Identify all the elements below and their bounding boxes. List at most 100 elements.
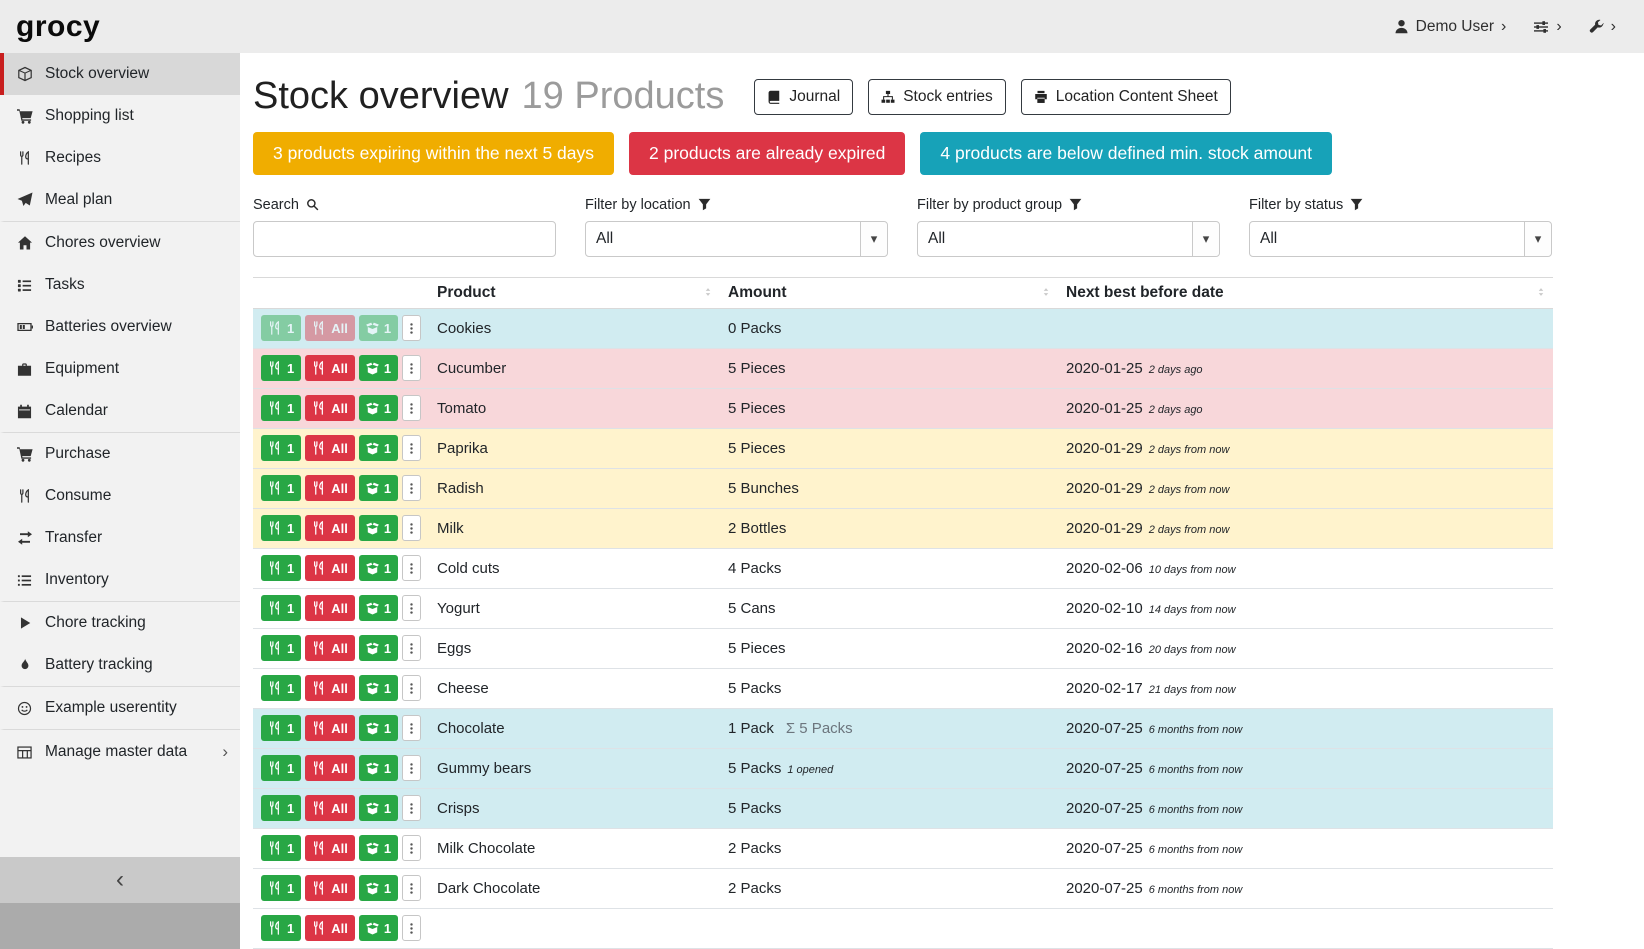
consume-all-button[interactable]: All xyxy=(305,595,355,621)
consume-all-button[interactable]: All xyxy=(305,555,355,581)
expired-banner[interactable]: 2 products are already expired xyxy=(629,132,905,175)
sidebar-item-shopping-list[interactable]: Shopping list xyxy=(0,95,240,137)
sidebar-item-stock-overview[interactable]: Stock overview xyxy=(0,53,240,95)
consume-one-button[interactable]: 1 xyxy=(261,515,301,541)
row-menu-button[interactable] xyxy=(402,515,421,541)
consume-one-button[interactable]: 1 xyxy=(261,475,301,501)
open-one-button[interactable]: 1 xyxy=(359,475,398,501)
row-menu-button[interactable] xyxy=(402,875,421,901)
sidebar-item-purchase[interactable]: Purchase xyxy=(0,433,240,475)
sidebar-item-chores-overview[interactable]: Chores overview xyxy=(0,222,240,264)
admin-menu[interactable]: › xyxy=(1589,19,1616,35)
sidebar-item-example-userentity[interactable]: Example userentity xyxy=(0,687,240,730)
sidebar-item-equipment[interactable]: Equipment xyxy=(0,348,240,390)
settings-menu[interactable]: › xyxy=(1533,19,1561,35)
open-one-button[interactable]: 1 xyxy=(359,875,398,901)
consume-all-button[interactable]: All xyxy=(305,915,355,941)
consume-all-button[interactable]: All xyxy=(305,315,355,341)
consume-one-button[interactable]: 1 xyxy=(261,715,301,741)
consume-one-button[interactable]: 1 xyxy=(261,755,301,781)
expiring-soon-banner[interactable]: 3 products expiring within the next 5 da… xyxy=(253,132,614,175)
column-header-amount[interactable]: Amount xyxy=(720,277,1058,308)
consume-one-button[interactable]: 1 xyxy=(261,835,301,861)
open-one-button[interactable]: 1 xyxy=(359,715,398,741)
consume-all-button[interactable]: All xyxy=(305,755,355,781)
consume-one-button[interactable]: 1 xyxy=(261,395,301,421)
consume-all-button[interactable]: All xyxy=(305,675,355,701)
consume-one-button[interactable]: 1 xyxy=(261,435,301,461)
row-menu-button[interactable] xyxy=(402,595,421,621)
sidebar-item-batteries-overview[interactable]: Batteries overview xyxy=(0,306,240,348)
sidebar-item-recipes[interactable]: Recipes xyxy=(0,137,240,179)
column-header-product[interactable]: Product xyxy=(429,277,720,308)
consume-all-button[interactable]: All xyxy=(305,635,355,661)
sidebar-item-meal-plan[interactable]: Meal plan xyxy=(0,179,240,222)
open-one-button[interactable]: 1 xyxy=(359,675,398,701)
open-one-button[interactable]: 1 xyxy=(359,515,398,541)
row-menu-button[interactable] xyxy=(402,315,421,341)
consume-one-button[interactable]: 1 xyxy=(261,675,301,701)
sidebar-item-chore-tracking[interactable]: Chore tracking xyxy=(0,602,240,644)
sidebar-collapse-button[interactable]: ‹ xyxy=(0,857,240,903)
open-one-button[interactable]: 1 xyxy=(359,355,398,381)
consume-all-button[interactable]: All xyxy=(305,515,355,541)
row-menu-button[interactable] xyxy=(402,355,421,381)
consume-all-button[interactable]: All xyxy=(305,435,355,461)
amount-value: 2 Packs xyxy=(728,880,781,897)
open-one-button[interactable]: 1 xyxy=(359,835,398,861)
consume-all-button[interactable]: All xyxy=(305,395,355,421)
consume-all-button[interactable]: All xyxy=(305,355,355,381)
column-header-next-best-before-date[interactable]: Next best before date xyxy=(1058,277,1553,308)
sidebar-item-consume[interactable]: Consume xyxy=(0,475,240,517)
open-one-button[interactable]: 1 xyxy=(359,595,398,621)
consume-one-button[interactable]: 1 xyxy=(261,795,301,821)
filter-by-status-select-control[interactable]: All xyxy=(1250,222,1551,256)
consume-one-button[interactable]: 1 xyxy=(261,635,301,661)
open-one-button[interactable]: 1 xyxy=(359,555,398,581)
row-menu-button[interactable] xyxy=(402,435,421,461)
row-menu-button[interactable] xyxy=(402,635,421,661)
row-menu-button[interactable] xyxy=(402,675,421,701)
open-one-button[interactable]: 1 xyxy=(359,315,398,341)
sidebar-item-manage-master-data[interactable]: Manage master data› xyxy=(0,730,240,774)
consume-all-button[interactable]: All xyxy=(305,715,355,741)
sidebar-item-tasks[interactable]: Tasks xyxy=(0,264,240,306)
below-min-stock-banner[interactable]: 4 products are below defined min. stock … xyxy=(920,132,1332,175)
row-menu-button[interactable] xyxy=(402,915,421,941)
row-menu-button[interactable] xyxy=(402,475,421,501)
consume-one-button[interactable]: 1 xyxy=(261,915,301,941)
row-menu-button[interactable] xyxy=(402,835,421,861)
open-one-button[interactable]: 1 xyxy=(359,755,398,781)
sidebar-item-inventory[interactable]: Inventory xyxy=(0,559,240,602)
open-one-button[interactable]: 1 xyxy=(359,435,398,461)
button-label: Journal xyxy=(789,88,840,106)
row-menu-button[interactable] xyxy=(402,795,421,821)
consume-all-button[interactable]: All xyxy=(305,475,355,501)
open-one-button[interactable]: 1 xyxy=(359,915,398,941)
row-menu-button[interactable] xyxy=(402,395,421,421)
open-one-button[interactable]: 1 xyxy=(359,635,398,661)
open-one-button[interactable]: 1 xyxy=(359,395,398,421)
consume-one-button[interactable]: 1 xyxy=(261,595,301,621)
journal-button[interactable]: Journal xyxy=(754,79,853,115)
sidebar-item-calendar[interactable]: Calendar xyxy=(0,390,240,433)
sidebar-item-battery-tracking[interactable]: Battery tracking xyxy=(0,644,240,687)
stock-entries-button[interactable]: Stock entries xyxy=(868,79,1006,115)
consume-one-button[interactable]: 1 xyxy=(261,315,301,341)
filter-by-product-group-select-control[interactable]: All xyxy=(918,222,1219,256)
consume-one-button[interactable]: 1 xyxy=(261,875,301,901)
filter-by-location-select-control[interactable]: All xyxy=(586,222,887,256)
consume-all-button[interactable]: All xyxy=(305,795,355,821)
row-menu-button[interactable] xyxy=(402,555,421,581)
consume-all-button[interactable]: All xyxy=(305,875,355,901)
consume-one-button[interactable]: 1 xyxy=(261,355,301,381)
open-one-button[interactable]: 1 xyxy=(359,795,398,821)
consume-all-button[interactable]: All xyxy=(305,835,355,861)
location-content-sheet-button[interactable]: Location Content Sheet xyxy=(1021,79,1231,115)
row-menu-button[interactable] xyxy=(402,755,421,781)
search-input[interactable] xyxy=(253,221,556,257)
row-menu-button[interactable] xyxy=(402,715,421,741)
sidebar-item-transfer[interactable]: Transfer xyxy=(0,517,240,559)
user-menu[interactable]: Demo User › xyxy=(1394,18,1507,36)
consume-one-button[interactable]: 1 xyxy=(261,555,301,581)
